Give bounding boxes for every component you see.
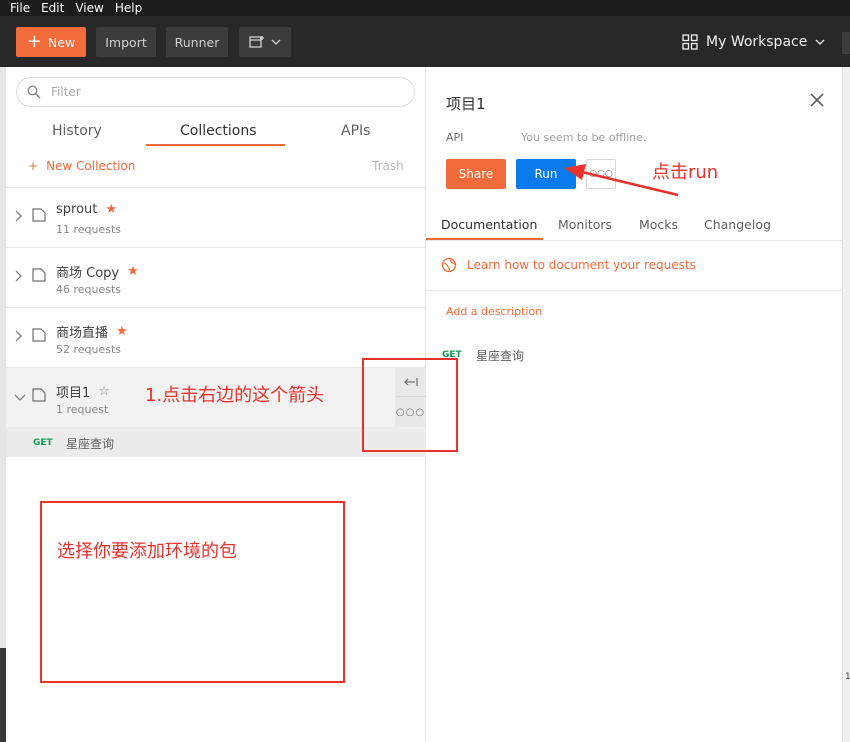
request-name[interactable]: 星座查询	[476, 347, 524, 364]
tab-collections[interactable]: Collections	[180, 123, 257, 139]
close-icon[interactable]	[810, 93, 824, 107]
filter-box[interactable]	[16, 77, 415, 107]
offline-text: You seem to be offline.	[521, 131, 647, 144]
right-window-edge	[842, 67, 850, 742]
annotation-note-select: 选择你要添加环境的包	[57, 541, 237, 562]
plus-icon: +	[26, 31, 42, 52]
collection-name: 商场直播 ★	[56, 322, 128, 341]
collection-name: 商场 Copy ★	[56, 262, 139, 281]
tab-apis[interactable]: APIs	[341, 123, 370, 139]
chevron-down-icon	[271, 39, 281, 45]
new-collection-button[interactable]: + New Collection	[28, 159, 135, 173]
header-overflow-button[interactable]	[842, 32, 850, 54]
add-description-link[interactable]: Add a description	[446, 305, 542, 318]
new-window-icon	[249, 36, 264, 48]
star-outline-icon[interactable]: ☆	[98, 384, 110, 399]
tab-monitors[interactable]: Monitors	[558, 217, 612, 232]
annotation-box-select	[40, 501, 345, 683]
new-window-button[interactable]	[239, 27, 291, 57]
folder-icon	[32, 328, 46, 342]
collection-name-text: 商场直播	[56, 326, 109, 341]
chevron-down-icon	[815, 39, 825, 45]
globe-icon	[441, 257, 457, 273]
tab-documentation[interactable]: Documentation	[441, 217, 537, 232]
menu-view[interactable]: View	[75, 0, 103, 16]
learn-link-text: Learn how to document your requests	[467, 258, 696, 272]
request-name: 星座查询	[66, 437, 115, 451]
filter-input[interactable]	[51, 85, 351, 99]
active-tab-indicator	[146, 144, 285, 146]
annotation-box-arrow	[362, 358, 458, 452]
collection-name-text: 项目1	[56, 386, 91, 401]
collection-name: sprout ★	[56, 202, 117, 217]
folder-icon	[32, 268, 46, 282]
collection-name-text: 商场 Copy	[56, 266, 120, 281]
collection-name-text: sprout	[56, 202, 98, 217]
new-button-label: New	[47, 34, 76, 50]
share-button[interactable]: Share	[446, 159, 506, 189]
runner-button[interactable]: Runner	[166, 27, 228, 57]
collection-count: 11 requests	[56, 223, 122, 236]
annotation-note-arrow: 1.点击右边的这个箭头	[145, 385, 325, 406]
active-tab-indicator	[426, 238, 543, 240]
chevron-right-icon[interactable]	[14, 330, 22, 342]
grid-icon	[682, 34, 698, 50]
tab-mocks[interactable]: Mocks	[639, 217, 678, 232]
sidebar-tabs: History Collections APIs	[6, 117, 426, 147]
new-button[interactable]: + New	[16, 27, 86, 57]
folder-icon	[32, 388, 46, 402]
background-window-text: 1	[845, 672, 850, 682]
star-icon[interactable]: ★	[116, 324, 128, 339]
tab-history[interactable]: History	[52, 123, 102, 139]
menu-file[interactable]: File	[10, 0, 30, 16]
api-label: API	[446, 131, 464, 144]
search-icon	[27, 85, 41, 99]
header-toolbar: + New Import Runner My Workspace	[0, 16, 850, 67]
new-collection-label: New Collection	[46, 159, 136, 173]
annotation-arrow-icon	[564, 164, 679, 197]
trash-link[interactable]: Trash	[372, 159, 404, 173]
collection-name: 项目1 ☆	[56, 382, 110, 401]
collection-count: 52 requests	[56, 343, 122, 356]
workspace-label: My Workspace	[706, 34, 808, 50]
chevron-right-icon[interactable]	[14, 210, 22, 222]
divider	[426, 290, 842, 291]
collection-count: 46 requests	[56, 283, 122, 296]
collection-item[interactable]: sprout ★ 11 requests	[6, 188, 426, 248]
chevron-down-icon[interactable]	[14, 393, 26, 401]
import-button[interactable]: Import	[96, 27, 156, 57]
chevron-right-icon[interactable]	[14, 270, 22, 282]
panel-title: 项目1	[446, 95, 486, 113]
plus-icon: +	[28, 159, 39, 173]
workspace-selector[interactable]: My Workspace	[682, 32, 825, 52]
menu-help[interactable]: Help	[115, 0, 142, 16]
tab-changelog[interactable]: Changelog	[704, 217, 771, 232]
method-badge: GET	[33, 438, 53, 448]
collection-count: 1 request	[56, 403, 109, 416]
star-icon[interactable]: ★	[105, 202, 117, 217]
learn-link[interactable]: Learn how to document your requests	[441, 257, 696, 273]
collection-item[interactable]: 商场 Copy ★ 46 requests	[6, 248, 426, 308]
menu-bar: File Edit View Help	[0, 0, 850, 16]
panel-tabs: Documentation Monitors Mocks Changelog	[426, 207, 842, 241]
folder-icon	[32, 208, 46, 222]
star-icon[interactable]: ★	[127, 264, 139, 279]
menu-edit[interactable]: Edit	[41, 0, 64, 16]
